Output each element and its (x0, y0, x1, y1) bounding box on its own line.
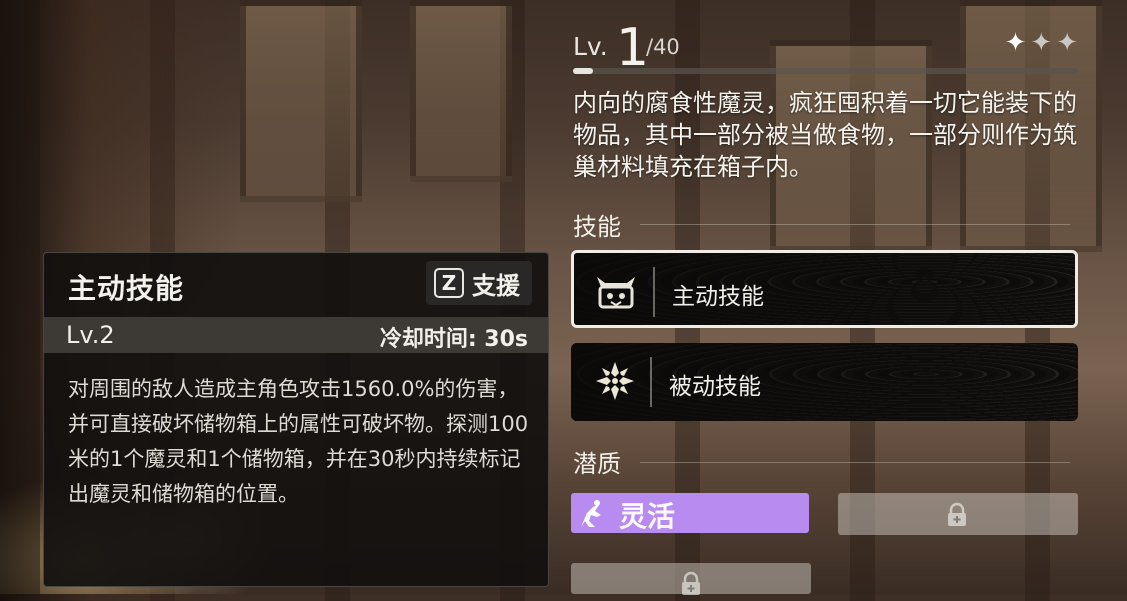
level-progress-bar (573, 68, 1078, 74)
lock-icon (944, 502, 970, 532)
skill-detail-tooltip: 主动技能 Z 支援 Lv.2 冷却时间: 30s 对周围的敌人造成主角色攻击15… (43, 252, 549, 587)
level-progress-fill (573, 68, 594, 74)
skill-divider (650, 357, 652, 407)
character-description: 内向的腐食性魔灵，疯狂囤积着一切它能装下的物品，其中一部分被当做食物，一部分则作… (573, 89, 1077, 181)
section-divider (640, 462, 1070, 463)
trait-slot-locked[interactable] (838, 493, 1078, 535)
support-key-hint[interactable]: Z 支援 (426, 261, 532, 305)
trait-label: 灵活 (619, 500, 676, 533)
skills-heading: 技能 (573, 213, 621, 241)
traits-heading: 潜质 (573, 450, 621, 478)
trait-slot-agility[interactable]: 灵活 (571, 493, 809, 533)
skill-description: 对周围的敌人造成主角色攻击1560.0%的伤害，并可直接破坏储物箱上的属性可破坏… (68, 377, 529, 506)
star-rating: ✦ ✦ ✦ (1005, 28, 1078, 58)
key-hint-label: 支援 (472, 271, 520, 300)
agility-figure-icon (575, 499, 607, 533)
skill-label: 主动技能 (672, 284, 764, 310)
background-window (240, 0, 362, 202)
section-divider (640, 224, 1070, 225)
skill-cooldown: 冷却时间: 30s (379, 327, 528, 352)
snowflake-emblem-icon (591, 359, 639, 403)
level-prefix: Lv. (573, 32, 608, 61)
chest-creature-icon (592, 269, 640, 313)
active-skill-button[interactable]: 主动技能 (571, 250, 1078, 328)
skill-label: 被动技能 (669, 374, 761, 400)
level-max: /40 (646, 35, 680, 59)
tooltip-title: 主动技能 (68, 272, 185, 305)
keyboard-key-icon: Z (434, 268, 464, 298)
trait-slot-locked[interactable] (571, 563, 811, 595)
skill-level: Lv.2 (66, 321, 115, 349)
passive-skill-button[interactable]: 被动技能 (571, 343, 1078, 421)
tooltip-stat-bar: Lv.2 冷却时间: 30s (44, 317, 548, 353)
star-filled-icon: ✦ (1004, 28, 1027, 58)
background-pillar (0, 0, 40, 594)
background-window (410, 0, 512, 182)
lock-icon (678, 571, 704, 601)
star-empty-icon: ✦ (1056, 28, 1078, 58)
star-empty-icon: ✦ (1030, 28, 1053, 58)
skill-divider (653, 267, 655, 317)
